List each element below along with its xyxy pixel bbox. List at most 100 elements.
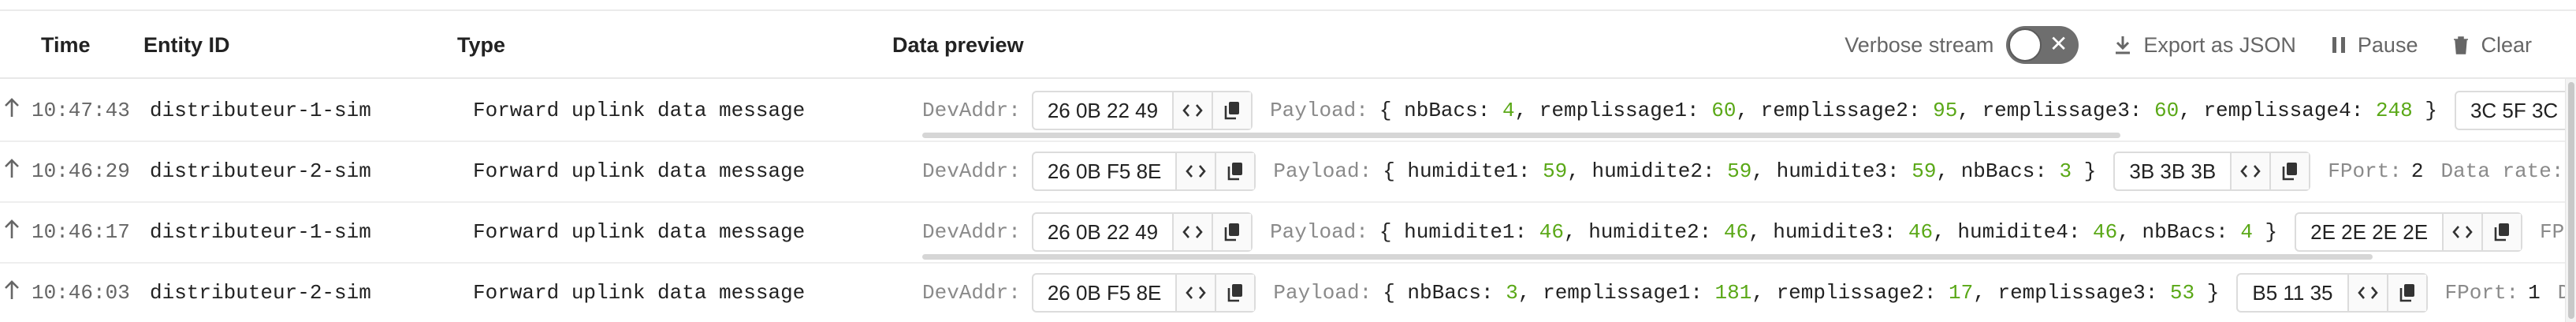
fport-label: FPort: <box>2328 159 2402 183</box>
code-brackets-icon[interactable] <box>1175 275 1215 311</box>
payload-key: remplissage2 <box>1776 281 1924 305</box>
arrow-up-icon <box>3 279 20 305</box>
table-row[interactable]: 10:46:03 distributeur-2-sim Forward uplink… <box>0 261 2565 322</box>
payload-value: 59 <box>1543 159 1568 183</box>
payload-value: 46 <box>1539 220 1564 244</box>
copy-icon[interactable] <box>2481 214 2522 250</box>
payload-object: { nbBacs: 4, remplissage1: 60, remplissa… <box>1379 99 2437 122</box>
top-border <box>0 0 2576 11</box>
arrow-up-icon <box>3 157 20 183</box>
devaddr-value: 26 0B 22 49 <box>1047 220 1159 244</box>
devaddr-field: 26 0B 22 49 <box>1031 91 1253 130</box>
row-time: 10:47:43 <box>32 99 130 122</box>
column-header-time[interactable]: Time <box>41 11 91 79</box>
toggle-knob <box>2008 28 2042 62</box>
row-type: Forward uplink data message <box>473 220 806 244</box>
payload-value: 46 <box>1908 220 1934 244</box>
copy-icon[interactable] <box>1215 153 1255 189</box>
clear-label: Clear <box>2481 32 2532 57</box>
raw-payload-field: 3C 5F 3C F8 <box>2454 91 2565 130</box>
column-header-entity[interactable]: Entity ID <box>143 11 230 79</box>
code-brackets-icon[interactable] <box>1175 153 1215 189</box>
data-preview: DevAddr: 26 0B F5 8E Payload: { nbBacs: 3… <box>922 261 2565 322</box>
payload-key: humidite3 <box>1773 220 1884 244</box>
preview-scrollbar[interactable] <box>922 254 2373 260</box>
preview-scrollbar[interactable] <box>922 133 2120 138</box>
raw-payload-value: B5 11 35 <box>2252 281 2333 305</box>
arrow-up-icon <box>3 96 20 122</box>
arrow-up-icon <box>3 218 20 244</box>
payload-label: Payload: <box>1273 281 1372 305</box>
row-entity-id: distributeur-1-sim <box>150 220 371 244</box>
pause-icon <box>2332 37 2345 53</box>
payload-object: { humidite1: 46, humidite2: 46, humidite… <box>1379 220 2278 244</box>
payload-value: 59 <box>1912 159 1937 183</box>
devaddr-value: 26 0B F5 8E <box>1047 281 1162 305</box>
payload-value: 59 <box>1727 159 1752 183</box>
table-row[interactable]: 10:47:43 distributeur-1-sim Forward uplink… <box>0 79 2565 142</box>
table-row[interactable]: 10:46:17 distributeur-1-sim Forward uplink… <box>0 200 2565 264</box>
payload-value: 17 <box>1949 281 1974 305</box>
code-brackets-icon[interactable] <box>2442 214 2482 250</box>
code-brackets-icon[interactable] <box>1172 214 1212 250</box>
copy-icon[interactable] <box>2269 153 2310 189</box>
row-entity-id: distributeur-1-sim <box>150 99 371 122</box>
raw-payload-value: 3C 5F 3C F8 <box>2470 99 2565 122</box>
code-brackets-icon[interactable] <box>2230 153 2270 189</box>
pause-button[interactable]: Pause <box>2331 33 2418 58</box>
copy-icon[interactable] <box>1212 214 1252 250</box>
payload-value: 53 <box>2169 281 2195 305</box>
payload-key: humidite4 <box>1957 220 2068 244</box>
payload-value: 3 <box>1506 281 1518 305</box>
row-time: 10:46:17 <box>32 220 130 244</box>
clear-button[interactable]: Clear <box>2452 33 2532 58</box>
devaddr-field: 26 0B F5 8E <box>1031 152 1256 191</box>
column-header-type[interactable]: Type <box>457 11 505 79</box>
payload-key: humidite1 <box>1404 220 1515 244</box>
payload-key: remplissage1 <box>1539 99 1688 122</box>
stream-controls: Verbose stream ✕ Export as JSON Pause Cl… <box>1810 11 2532 79</box>
close-icon: ✕ <box>2049 31 2068 57</box>
vertical-scrollbar[interactable] <box>2565 79 2576 322</box>
row-time: 10:46:29 <box>32 159 130 183</box>
copy-icon[interactable] <box>1212 92 1252 129</box>
payload-value: 3 <box>2059 159 2072 183</box>
pause-label: Pause <box>2357 32 2418 57</box>
export-json-label: Export as JSON <box>2143 32 2296 57</box>
table-row[interactable]: 10:46:29 distributeur-2-sim Forward uplink… <box>0 140 2565 203</box>
payload-label: Payload: <box>1273 159 1372 183</box>
payload-value: 95 <box>1933 99 1958 122</box>
scrollbar-thumb[interactable] <box>2568 82 2574 319</box>
verbose-stream-toggle[interactable]: ✕ <box>2006 26 2079 64</box>
devaddr-label: DevAddr: <box>922 281 1021 305</box>
raw-payload-value: 2E 2E 2E 2E <box>2310 220 2429 244</box>
download-icon <box>2116 36 2131 54</box>
devaddr-value: 26 0B 22 49 <box>1047 99 1159 122</box>
payload-value: 248 <box>2375 99 2413 122</box>
raw-payload-field: 2E 2E 2E 2E <box>2295 212 2523 252</box>
payload-key: humidite1 <box>1407 159 1518 183</box>
row-type: Forward uplink data message <box>473 159 806 183</box>
code-brackets-icon[interactable] <box>2347 275 2387 311</box>
payload-object: { nbBacs: 3, remplissage1: 181, rempliss… <box>1383 281 2220 305</box>
export-json-button[interactable]: Export as JSON <box>2113 33 2296 58</box>
payload-value: 4 <box>1502 99 1515 122</box>
fport-value: 1 <box>2528 281 2541 305</box>
data-rate-label: Data rate <box>2558 281 2565 305</box>
raw-payload-field: 3B 3B 3B <box>2113 152 2311 191</box>
fport-label: FPort: <box>2444 281 2519 305</box>
devaddr-field: 26 0B 22 49 <box>1031 212 1253 252</box>
code-brackets-icon[interactable] <box>1172 92 1212 129</box>
verbose-stream-control: Verbose stream ✕ <box>1845 26 2079 64</box>
column-header-preview: Data preview <box>892 33 1024 57</box>
fport-value: 2 <box>2410 159 2424 183</box>
row-time: 10:46:03 <box>32 281 130 305</box>
data-preview: DevAddr: 26 0B F5 8E Payload: { humidite1… <box>922 140 2565 201</box>
copy-icon[interactable] <box>1215 275 1255 311</box>
payload-key: nbBacs <box>1404 99 1478 122</box>
payload-key: nbBacs <box>1407 281 1482 305</box>
payload-value: 60 <box>1711 99 1737 122</box>
data-rate-label: Data rate: <box>2440 159 2564 183</box>
fport-label: FPort: <box>2540 220 2565 244</box>
copy-icon[interactable] <box>2386 275 2426 311</box>
